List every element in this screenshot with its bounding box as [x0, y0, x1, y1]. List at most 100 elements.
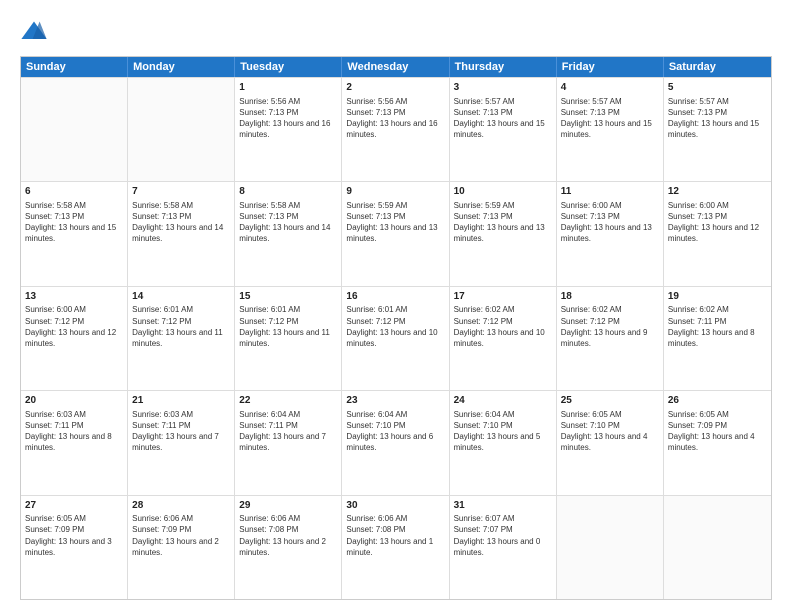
- day-number: 2: [346, 81, 444, 95]
- cell-sun-info: Sunrise: 6:02 AM Sunset: 7:12 PM Dayligh…: [454, 304, 552, 349]
- calendar-cell: 20Sunrise: 6:03 AM Sunset: 7:11 PM Dayli…: [21, 391, 128, 494]
- calendar-cell: 9Sunrise: 5:59 AM Sunset: 7:13 PM Daylig…: [342, 182, 449, 285]
- day-number: 29: [239, 499, 337, 513]
- day-number: 14: [132, 290, 230, 304]
- calendar-cell: 4Sunrise: 5:57 AM Sunset: 7:13 PM Daylig…: [557, 78, 664, 181]
- cell-sun-info: Sunrise: 6:02 AM Sunset: 7:11 PM Dayligh…: [668, 304, 767, 349]
- cell-sun-info: Sunrise: 6:05 AM Sunset: 7:09 PM Dayligh…: [668, 409, 767, 454]
- calendar-day-header: Friday: [557, 57, 664, 77]
- cell-sun-info: Sunrise: 6:06 AM Sunset: 7:08 PM Dayligh…: [239, 513, 337, 558]
- cell-sun-info: Sunrise: 5:58 AM Sunset: 7:13 PM Dayligh…: [132, 200, 230, 245]
- calendar-body: 1Sunrise: 5:56 AM Sunset: 7:13 PM Daylig…: [21, 77, 771, 599]
- day-number: 5: [668, 81, 767, 95]
- day-number: 22: [239, 394, 337, 408]
- day-number: 10: [454, 185, 552, 199]
- calendar-header: SundayMondayTuesdayWednesdayThursdayFrid…: [21, 57, 771, 77]
- cell-sun-info: Sunrise: 5:57 AM Sunset: 7:13 PM Dayligh…: [454, 96, 552, 141]
- calendar-cell: 8Sunrise: 5:58 AM Sunset: 7:13 PM Daylig…: [235, 182, 342, 285]
- day-number: 24: [454, 394, 552, 408]
- cell-sun-info: Sunrise: 5:57 AM Sunset: 7:13 PM Dayligh…: [668, 96, 767, 141]
- cell-sun-info: Sunrise: 5:56 AM Sunset: 7:13 PM Dayligh…: [346, 96, 444, 141]
- calendar-cell: 12Sunrise: 6:00 AM Sunset: 7:13 PM Dayli…: [664, 182, 771, 285]
- day-number: 8: [239, 185, 337, 199]
- calendar-cell: 11Sunrise: 6:00 AM Sunset: 7:13 PM Dayli…: [557, 182, 664, 285]
- day-number: 1: [239, 81, 337, 95]
- cell-sun-info: Sunrise: 5:58 AM Sunset: 7:13 PM Dayligh…: [239, 200, 337, 245]
- cell-sun-info: Sunrise: 6:05 AM Sunset: 7:10 PM Dayligh…: [561, 409, 659, 454]
- calendar-cell: 22Sunrise: 6:04 AM Sunset: 7:11 PM Dayli…: [235, 391, 342, 494]
- cell-sun-info: Sunrise: 6:01 AM Sunset: 7:12 PM Dayligh…: [132, 304, 230, 349]
- day-number: 23: [346, 394, 444, 408]
- cell-sun-info: Sunrise: 6:03 AM Sunset: 7:11 PM Dayligh…: [132, 409, 230, 454]
- calendar-cell: 18Sunrise: 6:02 AM Sunset: 7:12 PM Dayli…: [557, 287, 664, 390]
- calendar-cell: 23Sunrise: 6:04 AM Sunset: 7:10 PM Dayli…: [342, 391, 449, 494]
- cell-sun-info: Sunrise: 5:57 AM Sunset: 7:13 PM Dayligh…: [561, 96, 659, 141]
- calendar-cell: 17Sunrise: 6:02 AM Sunset: 7:12 PM Dayli…: [450, 287, 557, 390]
- cell-sun-info: Sunrise: 6:06 AM Sunset: 7:09 PM Dayligh…: [132, 513, 230, 558]
- cell-sun-info: Sunrise: 6:07 AM Sunset: 7:07 PM Dayligh…: [454, 513, 552, 558]
- day-number: 31: [454, 499, 552, 513]
- calendar-cell: [557, 496, 664, 599]
- calendar-cell: 5Sunrise: 5:57 AM Sunset: 7:13 PM Daylig…: [664, 78, 771, 181]
- calendar-cell: 19Sunrise: 6:02 AM Sunset: 7:11 PM Dayli…: [664, 287, 771, 390]
- day-number: 30: [346, 499, 444, 513]
- page: SundayMondayTuesdayWednesdayThursdayFrid…: [0, 0, 792, 612]
- calendar-cell: 16Sunrise: 6:01 AM Sunset: 7:12 PM Dayli…: [342, 287, 449, 390]
- cell-sun-info: Sunrise: 6:03 AM Sunset: 7:11 PM Dayligh…: [25, 409, 123, 454]
- cell-sun-info: Sunrise: 6:04 AM Sunset: 7:11 PM Dayligh…: [239, 409, 337, 454]
- calendar-day-header: Thursday: [450, 57, 557, 77]
- cell-sun-info: Sunrise: 6:04 AM Sunset: 7:10 PM Dayligh…: [454, 409, 552, 454]
- cell-sun-info: Sunrise: 6:00 AM Sunset: 7:13 PM Dayligh…: [668, 200, 767, 245]
- calendar-cell: 25Sunrise: 6:05 AM Sunset: 7:10 PM Dayli…: [557, 391, 664, 494]
- day-number: 27: [25, 499, 123, 513]
- day-number: 17: [454, 290, 552, 304]
- day-number: 12: [668, 185, 767, 199]
- calendar-cell: 30Sunrise: 6:06 AM Sunset: 7:08 PM Dayli…: [342, 496, 449, 599]
- calendar-cell: 14Sunrise: 6:01 AM Sunset: 7:12 PM Dayli…: [128, 287, 235, 390]
- calendar-row: 1Sunrise: 5:56 AM Sunset: 7:13 PM Daylig…: [21, 77, 771, 181]
- calendar-cell: [21, 78, 128, 181]
- calendar-cell: 6Sunrise: 5:58 AM Sunset: 7:13 PM Daylig…: [21, 182, 128, 285]
- calendar-cell: 26Sunrise: 6:05 AM Sunset: 7:09 PM Dayli…: [664, 391, 771, 494]
- calendar: SundayMondayTuesdayWednesdayThursdayFrid…: [20, 56, 772, 600]
- cell-sun-info: Sunrise: 6:06 AM Sunset: 7:08 PM Dayligh…: [346, 513, 444, 558]
- cell-sun-info: Sunrise: 5:59 AM Sunset: 7:13 PM Dayligh…: [346, 200, 444, 245]
- day-number: 15: [239, 290, 337, 304]
- calendar-cell: 1Sunrise: 5:56 AM Sunset: 7:13 PM Daylig…: [235, 78, 342, 181]
- calendar-day-header: Monday: [128, 57, 235, 77]
- day-number: 25: [561, 394, 659, 408]
- calendar-day-header: Sunday: [21, 57, 128, 77]
- calendar-cell: 29Sunrise: 6:06 AM Sunset: 7:08 PM Dayli…: [235, 496, 342, 599]
- cell-sun-info: Sunrise: 6:00 AM Sunset: 7:12 PM Dayligh…: [25, 304, 123, 349]
- logo: [20, 18, 52, 46]
- cell-sun-info: Sunrise: 6:02 AM Sunset: 7:12 PM Dayligh…: [561, 304, 659, 349]
- header: [20, 18, 772, 46]
- calendar-cell: 10Sunrise: 5:59 AM Sunset: 7:13 PM Dayli…: [450, 182, 557, 285]
- day-number: 9: [346, 185, 444, 199]
- logo-icon: [20, 18, 48, 46]
- calendar-row: 20Sunrise: 6:03 AM Sunset: 7:11 PM Dayli…: [21, 390, 771, 494]
- day-number: 6: [25, 185, 123, 199]
- cell-sun-info: Sunrise: 6:04 AM Sunset: 7:10 PM Dayligh…: [346, 409, 444, 454]
- cell-sun-info: Sunrise: 5:58 AM Sunset: 7:13 PM Dayligh…: [25, 200, 123, 245]
- calendar-cell: [664, 496, 771, 599]
- calendar-cell: 28Sunrise: 6:06 AM Sunset: 7:09 PM Dayli…: [128, 496, 235, 599]
- day-number: 3: [454, 81, 552, 95]
- cell-sun-info: Sunrise: 6:01 AM Sunset: 7:12 PM Dayligh…: [239, 304, 337, 349]
- calendar-row: 6Sunrise: 5:58 AM Sunset: 7:13 PM Daylig…: [21, 181, 771, 285]
- cell-sun-info: Sunrise: 6:00 AM Sunset: 7:13 PM Dayligh…: [561, 200, 659, 245]
- calendar-cell: [128, 78, 235, 181]
- day-number: 28: [132, 499, 230, 513]
- day-number: 19: [668, 290, 767, 304]
- day-number: 26: [668, 394, 767, 408]
- day-number: 18: [561, 290, 659, 304]
- calendar-row: 27Sunrise: 6:05 AM Sunset: 7:09 PM Dayli…: [21, 495, 771, 599]
- day-number: 11: [561, 185, 659, 199]
- day-number: 16: [346, 290, 444, 304]
- cell-sun-info: Sunrise: 5:56 AM Sunset: 7:13 PM Dayligh…: [239, 96, 337, 141]
- calendar-row: 13Sunrise: 6:00 AM Sunset: 7:12 PM Dayli…: [21, 286, 771, 390]
- calendar-cell: 24Sunrise: 6:04 AM Sunset: 7:10 PM Dayli…: [450, 391, 557, 494]
- cell-sun-info: Sunrise: 6:01 AM Sunset: 7:12 PM Dayligh…: [346, 304, 444, 349]
- calendar-cell: 13Sunrise: 6:00 AM Sunset: 7:12 PM Dayli…: [21, 287, 128, 390]
- calendar-cell: 21Sunrise: 6:03 AM Sunset: 7:11 PM Dayli…: [128, 391, 235, 494]
